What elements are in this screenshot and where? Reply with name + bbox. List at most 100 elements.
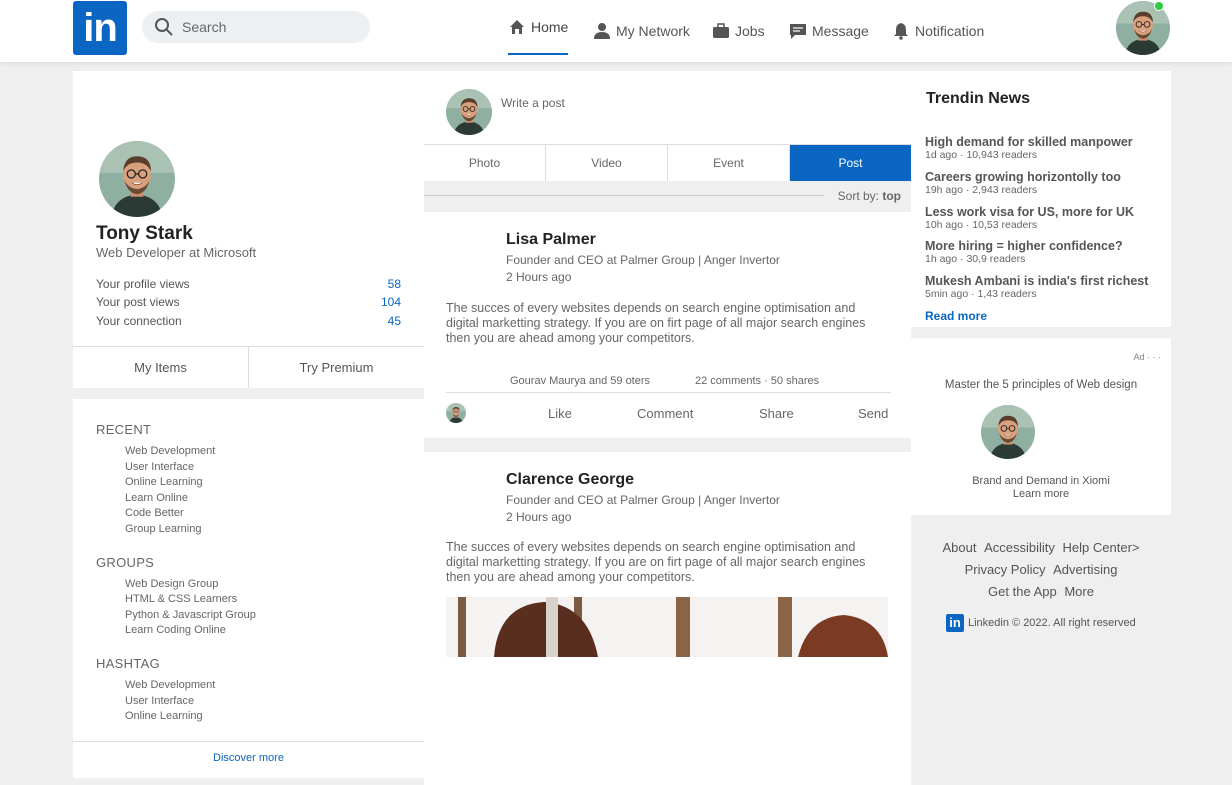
recent-heading: RECENT xyxy=(96,422,152,437)
write-post-input[interactable]: Write a post xyxy=(501,96,565,110)
like-button[interactable]: Like xyxy=(548,406,572,421)
footer-link-advertising[interactable]: Advertising xyxy=(1053,562,1117,577)
composer-avatar xyxy=(446,89,492,135)
news-item[interactable]: Mukesh Ambani is india's first richest 5… xyxy=(925,274,1165,300)
footer-link-privacy[interactable]: Privacy Policy xyxy=(965,562,1046,577)
recent-item[interactable]: Online Learning xyxy=(125,476,203,488)
post-author[interactable]: Clarence George xyxy=(506,471,634,489)
search-icon xyxy=(155,18,173,36)
ad-label[interactable]: Ad · · · xyxy=(1133,352,1161,362)
tab-video[interactable]: Video xyxy=(546,145,668,181)
news-headline: Less work visa for US, more for UK xyxy=(925,205,1135,219)
ad-title: Master the 5 principles of Web design xyxy=(944,379,1138,391)
sort-value: top xyxy=(882,189,901,203)
stat-label: Your profile views xyxy=(96,277,190,291)
comment-button[interactable]: Comment xyxy=(637,406,693,421)
stat-connections[interactable]: Your connection 45 xyxy=(96,314,401,328)
profile-avatar[interactable] xyxy=(99,141,175,217)
hashtag-heading: HASHTAG xyxy=(96,656,160,671)
hashtag-item[interactable]: Online Learning xyxy=(125,710,203,722)
top-navbar: in Home My Network Jobs Message Notifica… xyxy=(0,0,1232,62)
discover-more-link[interactable]: Discover more xyxy=(73,741,424,778)
news-meta: 1h ago · 30,9 readers xyxy=(925,253,1026,265)
stat-profile-views[interactable]: Your profile views 58 xyxy=(96,277,401,291)
bell-icon xyxy=(894,23,908,40)
tab-event[interactable]: Event xyxy=(668,145,790,181)
footer-link-accessibility[interactable]: Accessibility xyxy=(984,540,1055,555)
recent-item[interactable]: Code Better xyxy=(125,507,184,519)
hashtag-item[interactable]: Web Development xyxy=(125,679,215,691)
linkedin-mini-logo: in xyxy=(946,614,964,632)
news-headline: High demand for skilled manpower xyxy=(925,135,1133,149)
profile-name[interactable]: Tony Stark xyxy=(96,223,193,245)
sort-dropdown[interactable]: Sort by: top xyxy=(838,189,901,203)
divider xyxy=(424,195,824,196)
footer-copyright: in Linkedin © 2022. All right reserved xyxy=(946,614,1136,632)
my-items-button[interactable]: My Items xyxy=(73,347,249,388)
briefcase-icon xyxy=(713,23,729,38)
try-premium-button[interactable]: Try Premium xyxy=(249,347,424,388)
tab-photo[interactable]: Photo xyxy=(424,145,546,181)
send-button[interactable]: Send xyxy=(858,406,888,421)
post-author[interactable]: Lisa Palmer xyxy=(506,231,596,249)
search-bar[interactable] xyxy=(142,11,370,43)
footer-link-more[interactable]: More xyxy=(1064,584,1094,599)
ad-avatar[interactable] xyxy=(981,405,1035,459)
recent-item[interactable]: Web Development xyxy=(125,445,215,457)
feed-post: Lisa Palmer Founder and CEO at Palmer Gr… xyxy=(424,212,911,438)
share-button[interactable]: Share xyxy=(759,406,794,421)
tab-post[interactable]: Post xyxy=(790,145,911,181)
nav-message-label: Message xyxy=(812,23,869,39)
hashtag-item[interactable]: User Interface xyxy=(125,695,194,707)
footer-link-help-center[interactable]: Help Center> xyxy=(1063,540,1140,555)
nav-home[interactable]: Home xyxy=(508,0,569,55)
group-item[interactable]: Python & Javascript Group xyxy=(125,609,256,621)
news-meta: 5min ago · 1,43 readers xyxy=(925,288,1037,300)
copyright-text: Linkedin © 2022. All right reserved xyxy=(968,617,1136,629)
group-item[interactable]: Web Design Group xyxy=(125,578,218,590)
read-more-link[interactable]: Read more xyxy=(925,309,987,323)
footer-link-about[interactable]: About xyxy=(943,540,977,555)
sidebar-lists-card: RECENT Web Development User Interface On… xyxy=(73,399,424,778)
stat-label: Your post views xyxy=(96,295,180,309)
post-body: The succes of every websites depends on … xyxy=(446,301,866,345)
news-item[interactable]: High demand for skilled manpower 1d ago … xyxy=(925,135,1165,161)
group-item[interactable]: Learn Coding Online xyxy=(125,624,226,636)
news-item[interactable]: More hiring = higher confidence? 1h ago … xyxy=(925,239,1165,265)
nav-jobs-label: Jobs xyxy=(735,23,765,39)
stat-value: 104 xyxy=(380,295,401,309)
ad-brand: Brand and Demand in Xiomi xyxy=(972,475,1110,487)
group-item[interactable]: HTML & CSS Learners xyxy=(125,593,237,605)
profile-role: Web Developer at Microsoft xyxy=(96,245,257,260)
news-item[interactable]: Careers growing horizontolly too 19h ago… xyxy=(925,170,1165,196)
nav-message[interactable]: Message xyxy=(789,0,869,62)
footer-link-get-app[interactable]: Get the App xyxy=(988,584,1057,599)
trending-news-card: Trendin News High demand for skilled man… xyxy=(911,71,1171,327)
post-stats[interactable]: 22 comments · 50 shares xyxy=(695,375,819,387)
post-time: 2 Hours ago xyxy=(506,270,572,284)
recent-item[interactable]: User Interface xyxy=(125,461,194,473)
groups-heading: GROUPS xyxy=(96,555,155,570)
recent-item[interactable]: Group Learning xyxy=(125,523,201,535)
post-likes[interactable]: Gourav Maurya and 59 oters xyxy=(510,375,650,387)
post-image[interactable] xyxy=(446,597,888,657)
feed-column: Write a post Photo Video Event Post Sort… xyxy=(424,71,911,785)
stat-value: 58 xyxy=(387,277,401,291)
nav-my-network[interactable]: My Network xyxy=(593,0,690,62)
search-input[interactable] xyxy=(182,17,357,37)
ad-learn-more-link[interactable]: Learn more xyxy=(911,488,1171,500)
news-item[interactable]: Less work visa for US, more for UK 10h a… xyxy=(925,205,1165,231)
home-icon xyxy=(510,19,524,34)
news-headline: Mukesh Ambani is india's first richest xyxy=(925,274,1149,288)
chat-icon xyxy=(790,24,806,39)
stat-post-views[interactable]: Your post views 104 xyxy=(96,295,401,309)
nav-my-network-label: My Network xyxy=(616,23,690,39)
news-headline: More hiring = higher confidence? xyxy=(925,239,1123,253)
action-avatar xyxy=(446,403,466,423)
recent-item[interactable]: Learn Online xyxy=(125,492,188,504)
nav-notification[interactable]: Notification xyxy=(892,0,984,62)
sort-label: Sort by: xyxy=(837,189,879,203)
nav-home-label: Home xyxy=(531,18,569,35)
linkedin-logo[interactable]: in xyxy=(73,1,127,55)
nav-jobs[interactable]: Jobs xyxy=(712,0,765,62)
